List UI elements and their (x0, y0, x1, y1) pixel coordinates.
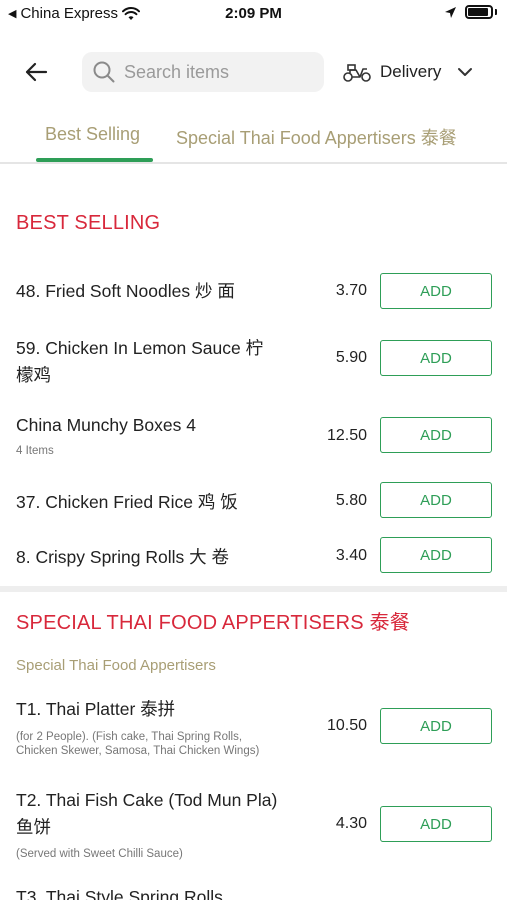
item-name-line2: 檬鸡 (16, 365, 51, 385)
tab-special-thai[interactable]: Special Thai Food Appertisers 泰餐 (176, 124, 457, 150)
add-button[interactable]: ADD (380, 417, 492, 453)
item-desc: 4 Items (16, 445, 54, 457)
section-divider (0, 586, 507, 592)
scooter-icon (343, 64, 371, 82)
item-price: 10.50 (326, 717, 367, 734)
item-name-line2: 鱼饼 (16, 817, 51, 837)
search-placeholder: Search items (124, 61, 230, 82)
menu-item: T3. Thai Style Spring Rolls (0, 884, 507, 900)
add-button[interactable]: ADD (380, 806, 492, 842)
back-arrow-icon (25, 62, 48, 82)
item-desc: (for 2 People). (Fish cake, Thai Spring … (16, 731, 243, 743)
location-arrow-icon (445, 6, 456, 18)
add-button[interactable]: ADD (380, 340, 492, 376)
add-button[interactable]: ADD (380, 273, 492, 309)
delivery-selector[interactable]: Delivery (342, 54, 473, 90)
chevron-down-icon (458, 68, 473, 76)
item-price: 4.30 (335, 815, 367, 832)
item-price: 3.70 (335, 282, 367, 299)
item-name: T3. Thai Style Spring Rolls (16, 887, 223, 900)
section-title-best-selling: BEST SELLING (16, 212, 161, 234)
item-name: China Munchy Boxes 4 (16, 415, 196, 435)
item-name: 48. Fried Soft Noodles 炒 面 (16, 281, 235, 301)
category-tabs: Best Selling Special Thai Food Appertise… (0, 112, 507, 164)
item-name: T2. Thai Fish Cake (Tod Mun Pla) (16, 790, 278, 810)
top-bar: Search items Delivery (0, 48, 507, 96)
add-button[interactable]: ADD (380, 708, 492, 744)
item-name: T1. Thai Platter 泰拼 (16, 699, 176, 719)
status-right (444, 5, 497, 19)
battery-icon (465, 5, 493, 19)
tab-best-selling[interactable]: Best Selling (45, 124, 140, 145)
item-name: 8. Crispy Spring Rolls 大 卷 (16, 547, 229, 567)
item-desc-line2: Chicken Skewer, Samosa, Thai Chicken Win… (16, 745, 260, 757)
search-icon (93, 61, 115, 83)
item-name: 37. Chicken Fried Rice 鸡 饭 (16, 492, 238, 512)
search-input[interactable]: Search items (82, 52, 324, 92)
battery-tip (495, 9, 497, 15)
status-bar: ◀ China Express 2:09 PM (0, 0, 507, 28)
item-price: 3.40 (335, 547, 367, 564)
item-price: 5.90 (335, 349, 367, 366)
item-desc: (Served with Sweet Chilli Sauce) (16, 848, 183, 860)
item-price: 5.80 (335, 492, 367, 509)
back-button[interactable] (20, 58, 52, 86)
add-button[interactable]: ADD (380, 537, 492, 573)
active-tab-indicator (36, 158, 153, 162)
status-time: 2:09 PM (225, 5, 282, 22)
add-button[interactable]: ADD (380, 482, 492, 518)
section-title-special-thai: SPECIAL THAI FOOD APPERTISERS 泰餐 (16, 612, 410, 634)
item-price: 12.50 (326, 427, 367, 444)
item-name: 59. Chicken In Lemon Sauce 柠 (16, 338, 264, 358)
delivery-label: Delivery (380, 62, 442, 81)
section-subtitle: Special Thai Food Appertisers (16, 657, 216, 674)
